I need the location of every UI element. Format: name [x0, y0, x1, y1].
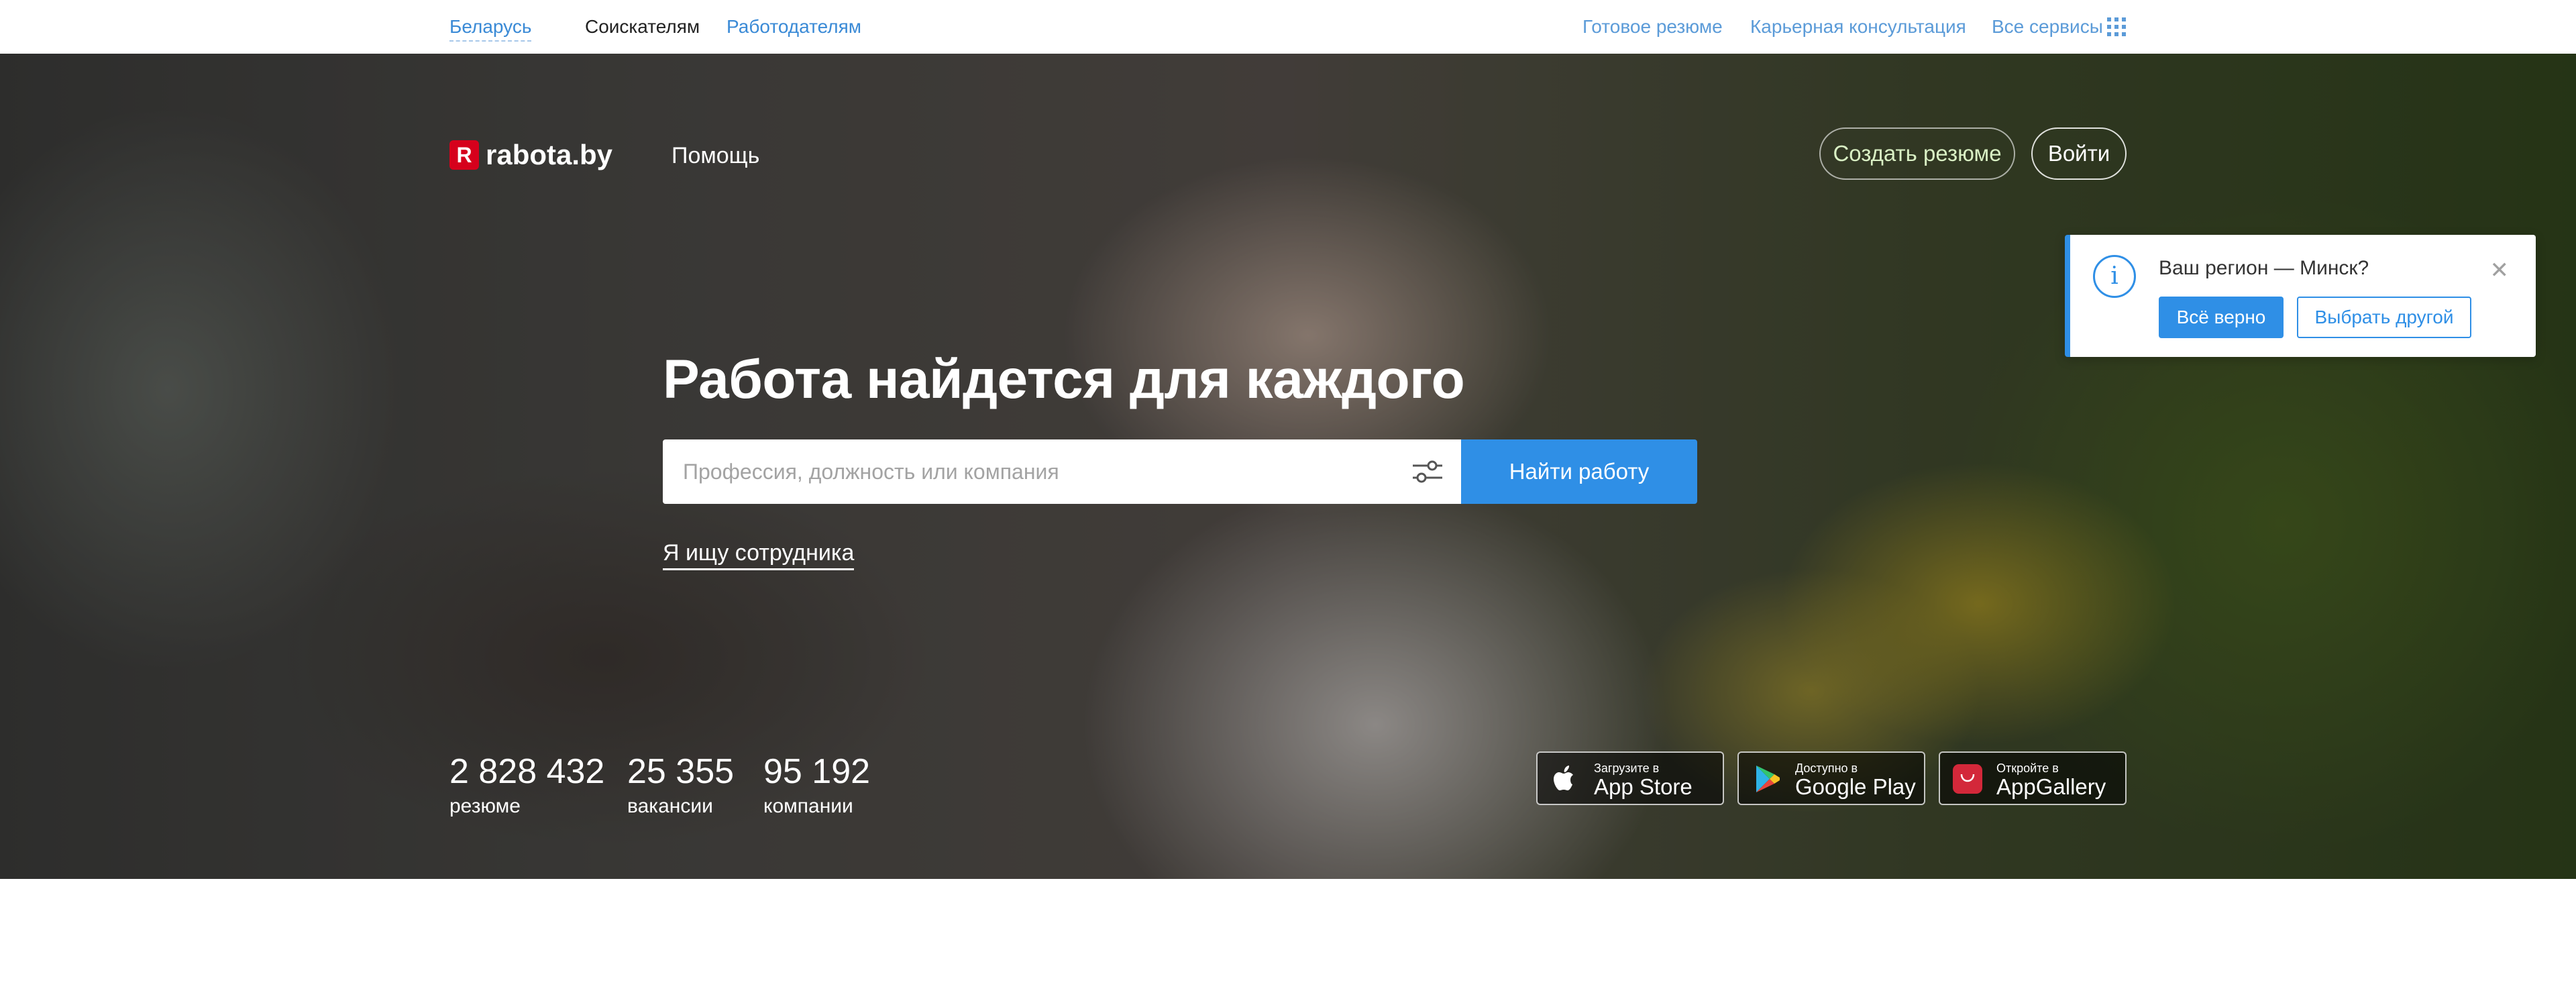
supernav-career-consultation[interactable]: Карьерная консультация: [1750, 15, 1966, 39]
supernav-employers[interactable]: Работодателям: [727, 15, 861, 39]
help-link[interactable]: Помощь: [672, 141, 759, 170]
google-play-badge[interactable]: Доступно в Google Play: [1737, 751, 1925, 805]
stat-label: резюме: [449, 795, 521, 817]
stat-label: вакансии: [627, 795, 713, 817]
region-popup: i Ваш регион — Минск? ✕ Всё верно Выбрат…: [2065, 235, 2536, 357]
stat-value: 25 355: [627, 752, 735, 791]
close-icon[interactable]: ✕: [2490, 259, 2510, 282]
region-question: Ваш регион — Минск?: [2159, 257, 2369, 279]
store-caption: Доступно в: [1795, 762, 1858, 775]
country-selector[interactable]: Беларусь: [449, 15, 532, 42]
stat-label: компании: [763, 795, 853, 817]
supernav-all-services[interactable]: Все сервисы: [1992, 15, 2103, 39]
apple-icon: [1554, 766, 1573, 790]
store-name: Google Play: [1795, 774, 1916, 799]
grid-icon[interactable]: [2107, 17, 2126, 36]
hero-title: Работа найдется для каждого: [663, 349, 1465, 410]
supernav: Беларусь Соискателям Работодателям Готов…: [0, 0, 2576, 54]
find-job-button[interactable]: Найти работу: [1461, 439, 1697, 504]
hero-section: R rabota.by Помощь Создать резюме Войти …: [0, 54, 2576, 879]
search-input[interactable]: [682, 444, 1368, 499]
huawei-appgallery-icon: [1953, 764, 1982, 794]
region-confirm-button[interactable]: Всё верно: [2159, 297, 2284, 338]
supernav-seekers[interactable]: Соискателям: [585, 15, 700, 39]
appgallery-badge[interactable]: Откройте в AppGallery: [1939, 751, 2127, 805]
stat-value: 95 192: [763, 752, 871, 791]
stat-vacancies: 25 355 вакансии: [627, 751, 734, 820]
stat-resumes: 2 828 432 резюме: [449, 751, 604, 820]
create-resume-button[interactable]: Создать резюме: [1819, 127, 2015, 180]
login-button[interactable]: Войти: [2031, 127, 2127, 180]
app-store-badge[interactable]: Загрузите в App Store: [1536, 751, 1724, 805]
employer-link[interactable]: Я ищу сотрудника: [663, 538, 855, 570]
logo-text: rabota.by: [486, 139, 613, 170]
region-choose-other-button[interactable]: Выбрать другой: [2297, 297, 2471, 338]
store-caption: Загрузите в: [1594, 762, 1660, 775]
google-play-icon: [1756, 766, 1780, 792]
stat-companies: 95 192 компании: [763, 751, 870, 820]
sliders-icon[interactable]: [1410, 456, 1445, 488]
stat-value: 2 828 432: [449, 752, 605, 791]
store-caption: Откройте в: [1996, 762, 2059, 775]
store-name: App Store: [1594, 774, 1693, 799]
supernav-ready-resume[interactable]: Готовое резюме: [1582, 15, 1723, 39]
info-icon: i: [2093, 255, 2136, 298]
search-box: [663, 439, 1461, 504]
site-logo[interactable]: R rabota.by: [449, 138, 612, 172]
store-name: AppGallery: [1996, 774, 2106, 799]
logo-mark: R: [449, 140, 479, 170]
